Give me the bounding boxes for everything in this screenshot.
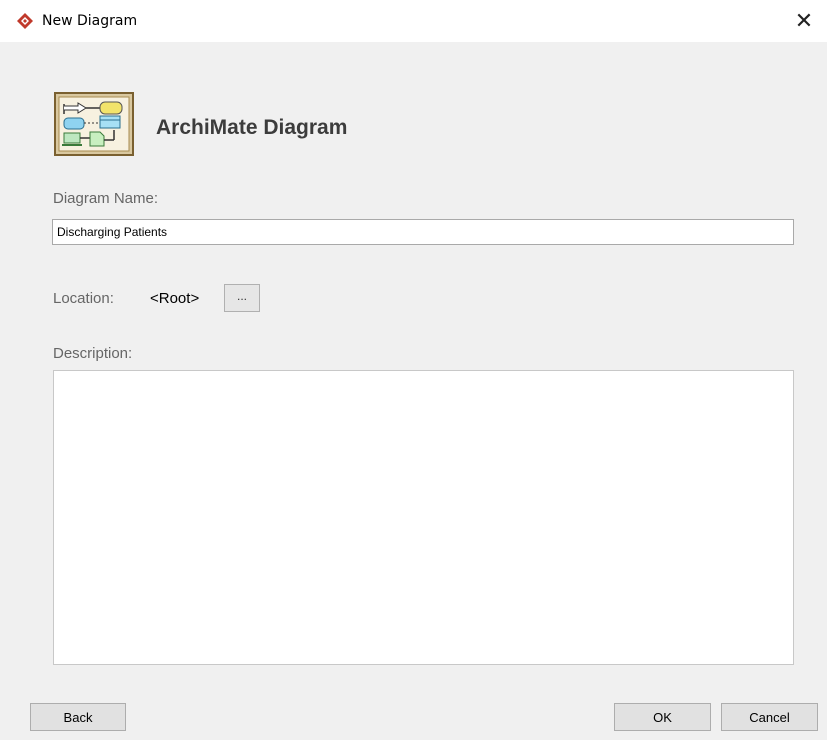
description-textarea[interactable] <box>53 370 794 665</box>
window-title: New Diagram <box>42 13 138 29</box>
browse-location-button[interactable]: ... <box>224 284 260 312</box>
back-button[interactable]: Back <box>30 703 126 731</box>
diagram-type-title: ArchiMate Diagram <box>156 116 348 139</box>
cancel-button-label: Cancel <box>749 709 790 725</box>
ok-button[interactable]: OK <box>614 703 711 731</box>
browse-button-label: ... <box>236 289 247 303</box>
diagram-name-input[interactable] <box>52 219 794 245</box>
location-value: <Root> <box>150 290 200 307</box>
new-diagram-dialog: New Diagram ✕ ArchiMate Diagram Diagram … <box>0 0 827 740</box>
close-icon: ✕ <box>794 8 814 34</box>
diagram-name-label: Diagram Name: <box>53 190 159 207</box>
title-bar: New Diagram ✕ <box>0 0 827 42</box>
close-button[interactable]: ✕ <box>781 0 827 42</box>
cancel-button[interactable]: Cancel <box>721 703 818 731</box>
archimate-diagram-icon <box>54 92 134 156</box>
visual-paradigm-icon <box>17 13 33 29</box>
location-label: Location: <box>53 290 114 307</box>
back-button-label: Back <box>63 709 93 725</box>
ok-button-label: OK <box>653 709 672 725</box>
description-label: Description: <box>53 345 133 362</box>
